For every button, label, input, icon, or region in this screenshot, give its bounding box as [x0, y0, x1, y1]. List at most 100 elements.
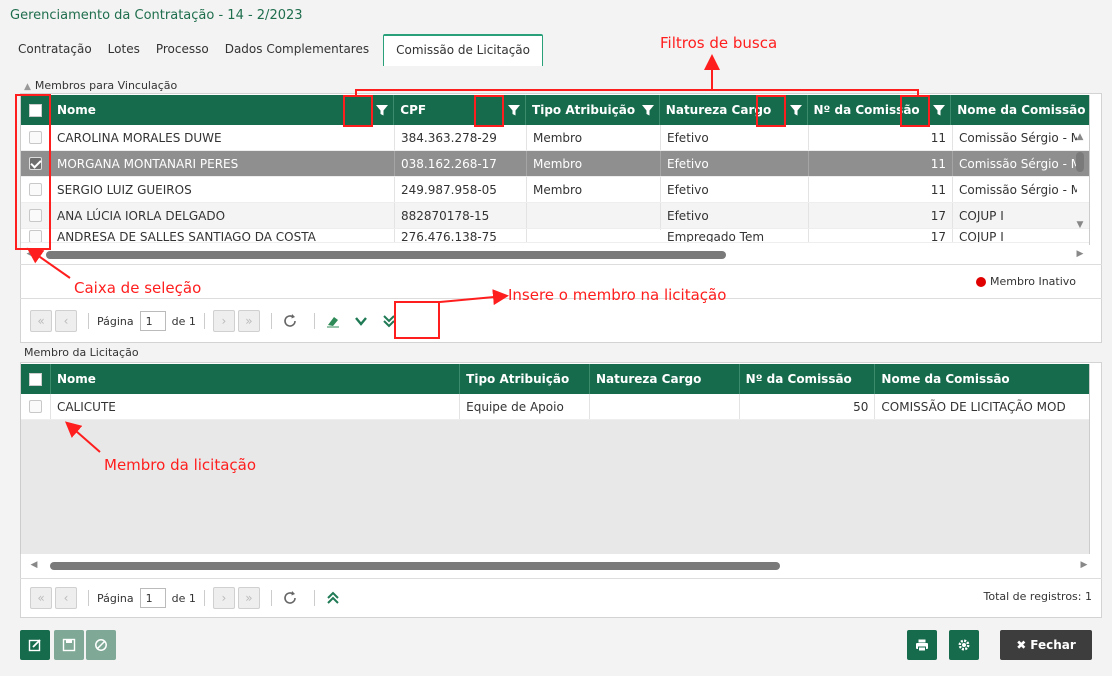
pager-separator [313, 590, 315, 606]
hscroll-track[interactable] [36, 250, 1074, 259]
tab-comissao-licitacao[interactable]: Comissão de Licitação [383, 34, 543, 66]
cancel-button[interactable] [86, 630, 116, 660]
filter-icon[interactable] [932, 103, 946, 117]
pager-separator [203, 313, 205, 329]
settings-button[interactable] [949, 630, 979, 660]
edit-button[interactable] [20, 630, 50, 660]
members-pager: « ‹ Página 1 de 1 › » [30, 306, 405, 336]
window-title: Gerenciamento da Contratação - 14 - 2/20… [10, 8, 303, 23]
col-tipo-label: Tipo Atribuição [532, 103, 636, 117]
cell-nome: SERGIO LUIZ GUEIROS [51, 177, 395, 202]
next-page-icon[interactable]: › [212, 587, 235, 609]
col-tipo-atribuicao[interactable]: Tipo Atribuição [526, 95, 660, 125]
table-row[interactable]: SERGIO LUIZ GUEIROS 249.987.958-05 Membr… [21, 177, 1089, 203]
last-page-icon[interactable]: » [237, 310, 260, 332]
cell-natureza: Efetivo [661, 125, 809, 150]
col-nome-comissao[interactable]: Nome da Comissão [951, 95, 1089, 125]
row-checkbox[interactable] [28, 400, 42, 413]
next-page-icon[interactable]: › [212, 310, 235, 332]
page-input[interactable]: 1 [139, 588, 166, 608]
vscroll-thumb[interactable] [1076, 152, 1084, 172]
scroll-left-icon[interactable]: ◀ [24, 249, 36, 259]
annotation-box-filter [756, 95, 786, 127]
table-row[interactable]: ANDRESA DE SALLES SANTIAGO DA COSTA 276.… [21, 229, 1089, 243]
tab-dados-complementares[interactable]: Dados Complementares [217, 42, 377, 66]
licitacao-section-title: Membro da Licitação [24, 346, 139, 359]
select-all-header [21, 364, 51, 394]
print-button[interactable] [907, 630, 937, 660]
pager-separator [313, 313, 315, 329]
refresh-icon[interactable] [280, 588, 300, 608]
inactive-dot-icon [976, 276, 986, 287]
members-section-title: ▲ Membros para Vinculação [24, 79, 177, 92]
filter-icon[interactable] [375, 103, 389, 117]
members-hscroll[interactable]: ◀ ▶ [24, 248, 1086, 260]
tab-processo[interactable]: Processo [148, 42, 217, 66]
col-cpf-label: CPF [400, 103, 427, 117]
tab-lotes[interactable]: Lotes [100, 42, 148, 66]
cell-tipo: Equipe de Apoio [460, 394, 590, 419]
prev-page-icon[interactable]: ‹ [55, 310, 77, 332]
scroll-right-icon[interactable]: ▶ [1078, 560, 1090, 570]
annotation-filters: Filtros de busca [660, 34, 778, 52]
members-section-label: Membros para Vinculação [34, 79, 178, 92]
save-button[interactable] [54, 630, 84, 660]
licitacao-pager: « ‹ Página 1 de 1 › » [30, 583, 349, 613]
table-row[interactable]: ANA LÚCIA IORLA DELGADO 882870178-15 Efe… [21, 203, 1089, 229]
cell-tipo [527, 229, 661, 230]
cell-cpf: 249.987.958-05 [395, 177, 527, 202]
hscroll-track[interactable] [40, 561, 1078, 570]
cell-nome: ANDRESA DE SALLES SANTIAGO DA COSTA [51, 229, 395, 242]
col-tipo-label: Tipo Atribuição [466, 372, 570, 386]
collapse-icon[interactable]: ▲ [24, 82, 31, 92]
table-row-selected[interactable]: MORGANA MONTANARI PERES 038.162.268-17 M… [21, 151, 1089, 177]
scroll-right-icon[interactable]: ▶ [1074, 249, 1086, 259]
hscroll-thumb[interactable] [46, 251, 726, 259]
page-input[interactable]: 1 [139, 311, 166, 331]
table-row[interactable]: CAROLINA MORALES DUWE 384.363.278-29 Mem… [21, 125, 1089, 151]
col-cpf[interactable]: CPF [394, 95, 527, 125]
refresh-icon[interactable] [280, 311, 300, 331]
cell-num: 17 [809, 229, 953, 242]
annotation-box-filter [900, 95, 930, 127]
annotation-insert: Insere o membro na licitação [508, 286, 727, 304]
scroll-left-icon[interactable]: ◀ [28, 560, 40, 570]
col-nome-comissao-label: Nome da Comissão [957, 103, 1086, 117]
filter-icon[interactable] [789, 103, 803, 117]
prev-page-icon[interactable]: ‹ [55, 587, 77, 609]
last-page-icon[interactable]: » [237, 587, 260, 609]
col-natureza-cargo[interactable]: Natureza Cargo [590, 364, 740, 394]
scroll-up-icon[interactable]: ▲ [1074, 132, 1086, 142]
page-of-label: de 1 [171, 591, 196, 605]
eraser-icon[interactable] [323, 311, 343, 331]
filter-icon[interactable] [507, 103, 521, 117]
col-nome-comissao[interactable]: Nome da Comissão [875, 364, 1089, 394]
close-button[interactable]: ✖ Fechar [1000, 630, 1092, 660]
first-page-icon[interactable]: « [30, 587, 52, 609]
members-vscroll[interactable]: ▲ ▼ [1073, 130, 1087, 245]
hscroll-thumb[interactable] [50, 562, 780, 570]
col-tipo-atribuicao[interactable]: Tipo Atribuição [460, 364, 590, 394]
divider [20, 264, 1102, 265]
cell-nome: CAROLINA MORALES DUWE [51, 125, 395, 150]
table-row[interactable]: CALICUTE Equipe de Apoio 50 COMISSÃO DE … [21, 394, 1089, 420]
cell-natureza [590, 394, 740, 419]
cell-natureza: Efetivo [661, 203, 809, 228]
insert-member-icon[interactable] [349, 311, 373, 331]
licitacao-hscroll[interactable]: ◀ ▶ [28, 559, 1090, 571]
pager-separator [88, 590, 89, 606]
print-icon [916, 639, 928, 652]
filter-icon[interactable] [641, 103, 655, 117]
first-page-icon[interactable]: « [30, 310, 52, 332]
remove-all-icon[interactable] [323, 588, 343, 608]
cell-comissao: Comissão Sérgio - M [959, 130, 1077, 145]
legend-label: Membro Inativo [990, 275, 1077, 288]
page-of-label: de 1 [171, 314, 196, 328]
tab-contratacao[interactable]: Contratação [10, 42, 100, 66]
col-num-comissao[interactable]: Nº da Comissão [740, 364, 876, 394]
legend-inactive: Membro Inativo [976, 275, 1076, 288]
pager-separator [88, 313, 89, 329]
col-nome[interactable]: Nome [51, 364, 461, 394]
scroll-down-icon[interactable]: ▼ [1074, 220, 1086, 230]
select-all-checkbox[interactable] [28, 372, 42, 386]
